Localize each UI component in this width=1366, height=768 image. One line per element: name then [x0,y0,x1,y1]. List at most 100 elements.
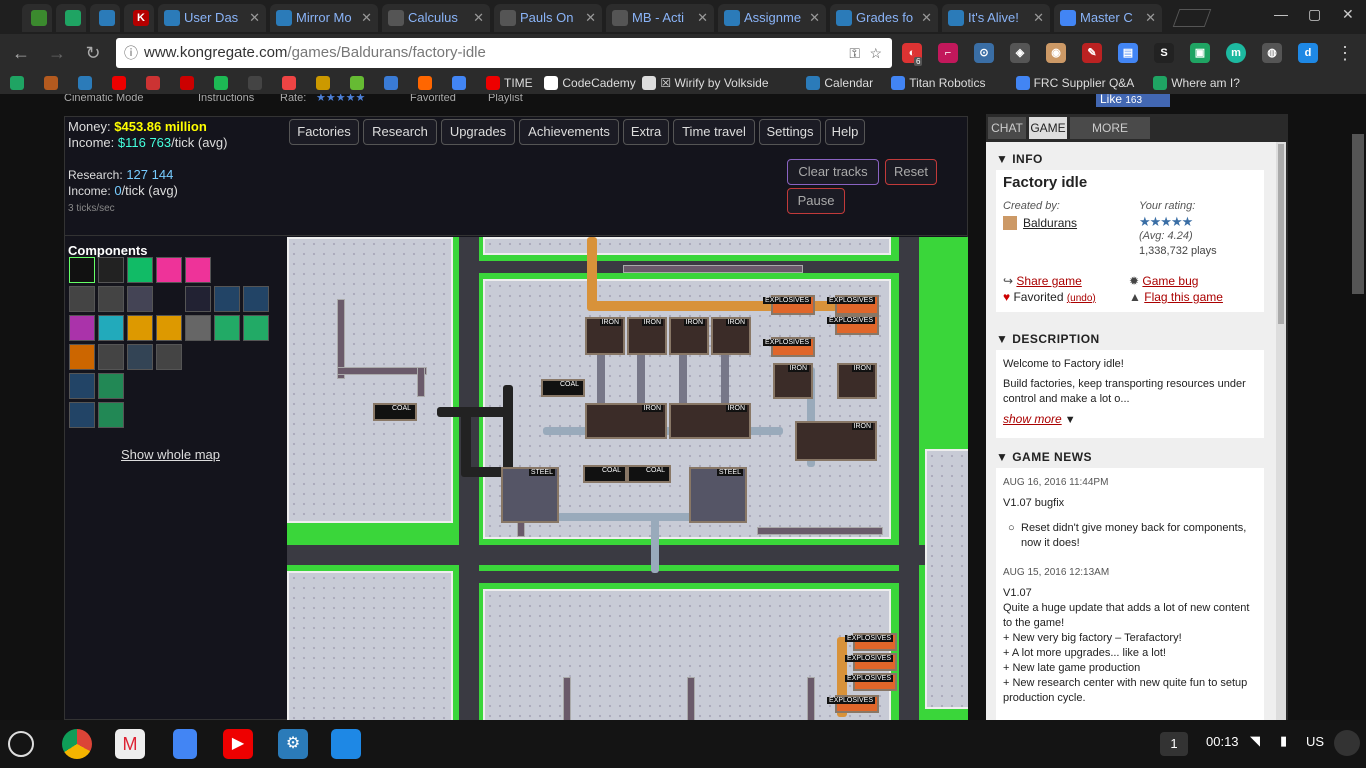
show-whole-map-link[interactable]: Show whole map [121,447,220,462]
description-header[interactable]: ▼ DESCRIPTION [996,332,1100,346]
browser-tab[interactable]: Calculus ✕ [382,4,490,32]
extension-icon[interactable]: ◍ [1262,43,1282,63]
menu-button-achievements[interactable]: Achievements [519,119,619,145]
menu-button-help[interactable]: Help [825,119,865,145]
bookmark-item[interactable] [282,74,300,92]
info-header[interactable]: ▼ INFO [996,152,1043,166]
gear-icon[interactable]: ⚙ [278,729,308,759]
browser-tab[interactable] [56,4,86,32]
tab-game[interactable]: GAME [1029,117,1067,139]
bookmark-item[interactable]: FRC Supplier Q&A [1015,74,1134,92]
browser-tab[interactable]: K [124,4,154,32]
extension-icon[interactable]: ⌐ [938,43,958,63]
browser-tab[interactable]: It's Alive! ✕ [942,4,1050,32]
bookmark-item[interactable]: Titan Robotics [891,74,985,92]
bookmark-star-icon[interactable]: ☆ [869,38,882,68]
bookmark-item[interactable]: ☒ Wirify by Volkside [642,74,769,92]
extension-icon[interactable]: ◉ [1046,43,1066,63]
author-link[interactable]: Baldurans [1023,216,1077,230]
rating-stars[interactable]: ★★★★★ [1139,214,1193,230]
component-icon[interactable] [127,286,153,312]
browser-tab[interactable] [90,4,120,32]
menu-icon[interactable]: ⋮ [1334,42,1356,64]
clock[interactable]: 00:13 [1206,734,1239,749]
menu-button-research[interactable]: Research [363,119,437,145]
show-more-link[interactable]: show more [1003,412,1062,426]
close-tab-icon[interactable]: ✕ [1145,4,1156,32]
browser-tab[interactable]: MB - Acti ✕ [606,4,714,32]
component-icon[interactable] [98,373,124,399]
back-icon[interactable]: ← [10,42,32,64]
component-icon[interactable] [69,344,95,370]
component-icon[interactable] [69,315,95,341]
bookmark-item[interactable] [180,74,198,92]
facebook-like-button[interactable]: Like 163 [1096,94,1170,107]
component-icon[interactable] [98,315,124,341]
files-icon[interactable] [331,729,361,759]
avatar[interactable] [1334,730,1360,756]
component-icon[interactable] [243,286,269,312]
page-scrollbar[interactable] [1352,134,1364,294]
rating-stars[interactable]: ★★★★★ [316,94,365,104]
component-icon[interactable] [127,344,153,370]
component-icon[interactable] [69,286,95,312]
minimize-icon[interactable]: — [1274,6,1288,22]
chrome-icon[interactable] [62,729,92,759]
info-icon[interactable]: ⓘ [124,38,138,68]
cinematic-mode-link[interactable]: Cinematic Mode [64,94,143,104]
bookmark-item[interactable] [44,74,62,92]
key-icon[interactable]: ⚿ [849,38,860,68]
bookmark-item[interactable] [214,74,232,92]
bookmark-item[interactable] [384,74,402,92]
rail-tool-icon[interactable] [98,257,124,283]
playlist-link[interactable]: Playlist [488,94,523,104]
sell-tool-icon[interactable] [156,257,182,283]
docs-icon[interactable] [173,729,197,759]
game-bug-link[interactable]: Game bug [1142,274,1198,288]
pause-button[interactable]: Pause [787,188,845,214]
component-icon[interactable] [127,315,153,341]
reset-button[interactable]: Reset [885,159,937,185]
gmail-icon[interactable]: M [115,729,145,759]
component-icon[interactable] [185,315,211,341]
bookmark-item[interactable] [418,74,436,92]
rotate-tool-icon[interactable] [127,257,153,283]
component-icon[interactable] [69,373,95,399]
menu-button-factories[interactable]: Factories [289,119,359,145]
factory-map[interactable]: IRON IRON IRON IRON IRON IRON IRON IRON IRON EXPL… [287,237,968,720]
browser-tab[interactable]: User Das ✕ [158,4,266,32]
extension-icon[interactable]: ▤ [1118,43,1138,63]
component-icon[interactable] [98,402,124,428]
component-icon[interactable] [214,315,240,341]
bookmark-item[interactable]: TIME [486,74,533,92]
browser-tab[interactable]: Mirror Mo ✕ [270,4,378,32]
bookmark-item[interactable] [78,74,96,92]
component-icon[interactable] [156,315,182,341]
extension-icon[interactable]: ✎ [1082,43,1102,63]
forward-icon[interactable]: → [46,42,68,64]
extension-icon[interactable]: ▣ [1190,43,1210,63]
instructions-link[interactable]: Instructions [198,94,254,104]
tab-more-games[interactable]: MORE GAMES [1070,117,1150,157]
extension-icon[interactable]: m [1226,43,1246,63]
battery-icon[interactable]: ▮ [1280,733,1287,749]
clear-tool-icon[interactable] [185,257,211,283]
browser-tab[interactable]: Grades fo ✕ [830,4,938,32]
bookmark-item[interactable] [350,74,368,92]
close-icon[interactable]: ✕ [1342,6,1354,23]
component-icon[interactable] [69,402,95,428]
sidebar-scrollbar[interactable] [1276,142,1286,720]
menu-button-extra[interactable]: Extra [623,119,669,145]
menu-button-settings[interactable]: Settings [759,119,821,145]
component-icon[interactable] [214,286,240,312]
input-language[interactable]: US [1306,734,1324,749]
menu-button-time-travel[interactable]: Time travel [673,119,755,145]
favorited-link[interactable]: Favorited [410,94,456,104]
bookmark-item[interactable]: CodeCademy [544,74,636,92]
extension-icon[interactable]: ⊙ [974,43,994,63]
browser-tab[interactable]: Master C ✕ [1054,4,1162,32]
close-tab-icon[interactable]: ✕ [1033,4,1044,32]
component-icon[interactable] [98,344,124,370]
close-tab-icon[interactable]: ✕ [585,4,596,32]
bookmark-item[interactable]: Where am I? [1153,74,1240,92]
